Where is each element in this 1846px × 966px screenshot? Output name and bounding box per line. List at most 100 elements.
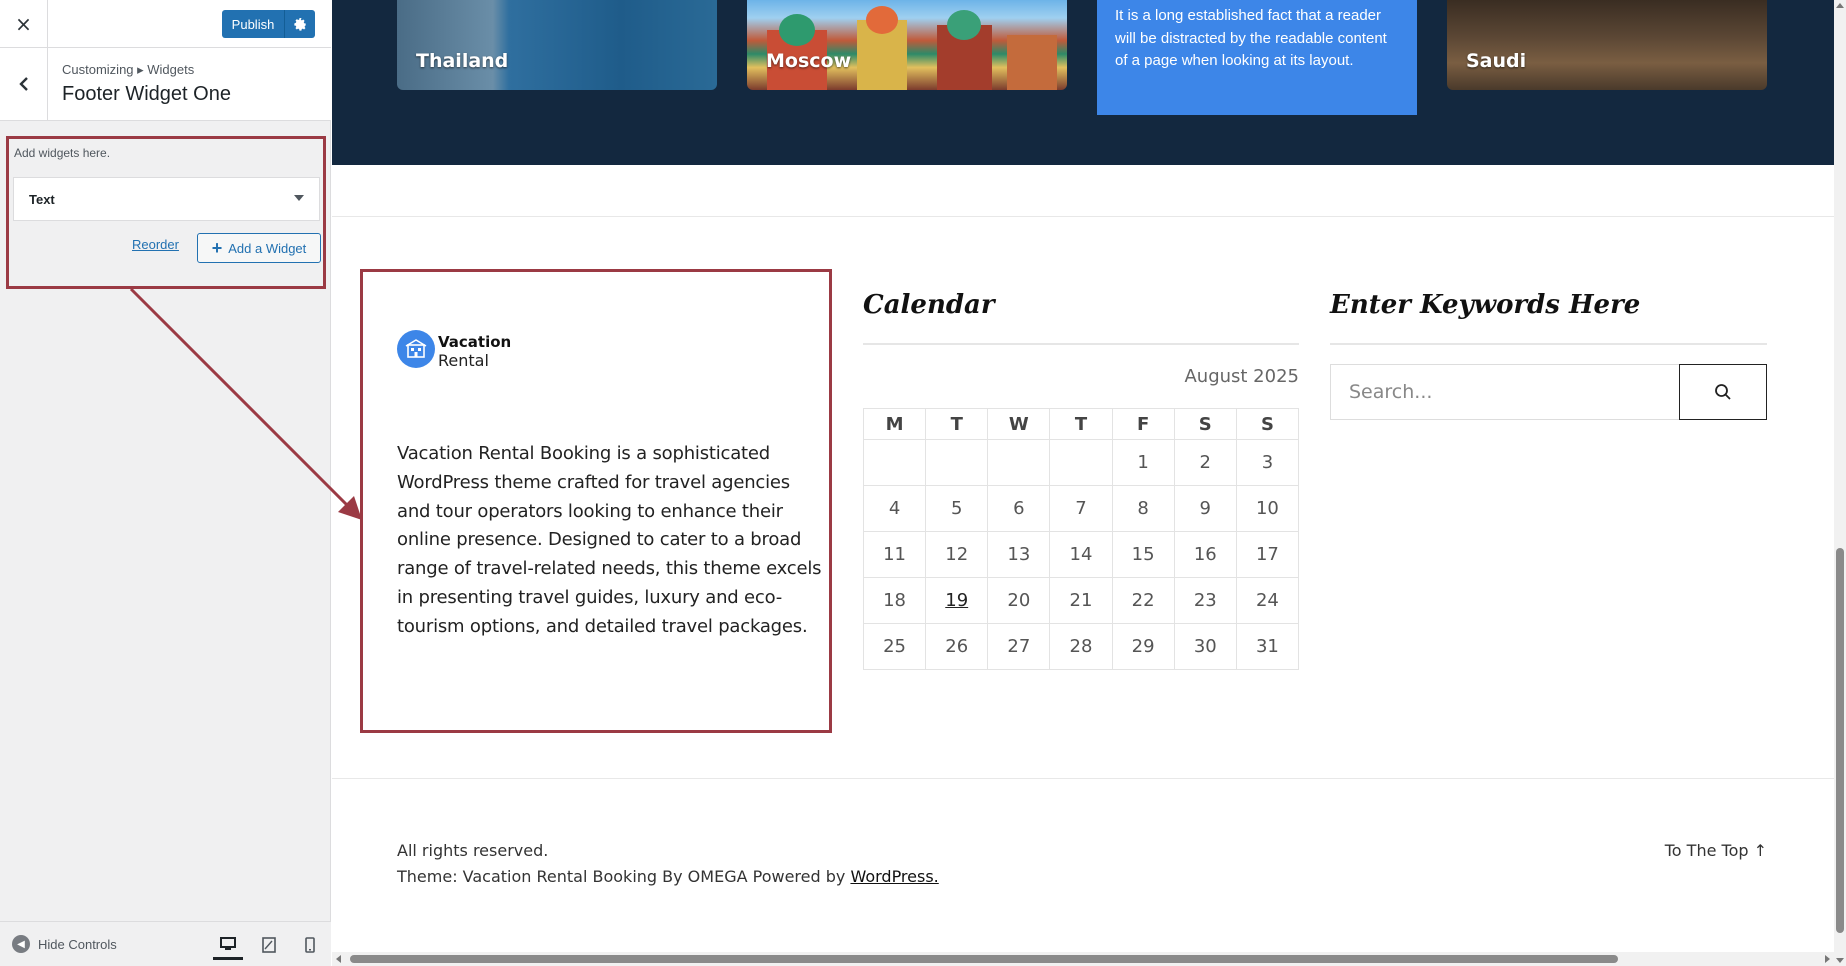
destination-card-thailand[interactable]: Thailand — [397, 0, 717, 90]
scroll-thumb[interactable] — [1836, 548, 1844, 933]
scroll-right-icon[interactable] — [1825, 955, 1830, 963]
scroll-down-icon[interactable] — [1836, 958, 1844, 963]
calendar-empty-cell — [862, 439, 927, 486]
widget-area-panel: Add widgets here. Text Reorder + Add a W… — [6, 136, 326, 289]
search-input[interactable]: Search... — [1330, 364, 1680, 420]
publish-group: Publish — [222, 10, 315, 38]
section-divider — [332, 216, 1834, 217]
calendar-day: 18 — [862, 577, 927, 624]
preview-desktop-button[interactable] — [213, 930, 243, 960]
calendar-empty-cell — [987, 439, 1051, 486]
calendar-day: 29 — [1111, 623, 1175, 670]
calendar-weekday: T — [925, 408, 989, 440]
breadcrumb: Customizing ▸ Widgets — [62, 62, 195, 77]
calendar-week-row: 4 5 6 7 8 9 10 — [862, 485, 1300, 532]
horizontal-scrollbar[interactable] — [332, 952, 1834, 966]
calendar-weekday: M — [862, 408, 927, 440]
add-widgets-hint: Add widgets here. — [14, 146, 111, 160]
calendar-day: 23 — [1173, 577, 1237, 624]
mobile-icon — [305, 937, 315, 953]
widget-item-text[interactable]: Text — [13, 177, 320, 221]
calendar-weekday: S — [1173, 408, 1237, 440]
calendar-day: 21 — [1049, 577, 1113, 624]
desktop-icon — [220, 936, 236, 950]
calendar-day: 28 — [1049, 623, 1113, 670]
calendar-day: 25 — [862, 623, 927, 670]
calendar-week-row: 18 19 20 21 22 23 24 — [862, 577, 1300, 624]
calendar-day: 27 — [987, 623, 1051, 670]
vertical-scrollbar[interactable] — [1834, 0, 1846, 966]
calendar-day: 4 — [862, 485, 927, 532]
search-button[interactable] — [1679, 364, 1767, 420]
site-subtitle: Rental — [438, 351, 489, 370]
publish-button[interactable]: Publish — [222, 10, 284, 38]
gear-icon — [293, 17, 306, 31]
calendar-caption: August 2025 — [1184, 366, 1299, 387]
destination-card-moscow[interactable]: Moscow — [747, 0, 1067, 90]
to-the-top-link[interactable]: To The Top ↑ — [1665, 841, 1767, 860]
preview-mobile-button[interactable] — [295, 930, 325, 960]
search-heading: Enter Keywords Here — [1330, 290, 1641, 320]
calendar-day: 17 — [1235, 531, 1300, 578]
calendar-day: 14 — [1049, 531, 1113, 578]
calendar-weekday: F — [1111, 408, 1175, 440]
search-icon — [1715, 384, 1731, 400]
add-widget-label: Add a Widget — [228, 240, 307, 256]
hide-controls-button[interactable]: ◀ Hide Controls — [12, 935, 117, 953]
calendar-day: 20 — [987, 577, 1051, 624]
scroll-up-icon[interactable] — [1836, 3, 1844, 8]
close-icon: × — [15, 12, 32, 36]
collapse-icon: ◀ — [12, 935, 30, 953]
scroll-thumb[interactable] — [350, 955, 1618, 963]
wordpress-link[interactable]: WordPress. — [850, 867, 938, 886]
calendar-weekday: S — [1235, 408, 1300, 440]
destination-card-saudi[interactable]: Saudi — [1447, 0, 1767, 90]
close-customizer-button[interactable]: × — [0, 0, 48, 48]
calendar-day: 6 — [987, 485, 1051, 532]
caret-down-icon[interactable] — [294, 195, 304, 201]
calendar-day: 22 — [1111, 577, 1175, 624]
destination-name: Moscow — [766, 50, 852, 72]
tablet-icon — [262, 937, 276, 953]
calendar-day: 5 — [925, 485, 989, 532]
calendar-day: 31 — [1235, 623, 1300, 670]
chevron-left-icon — [18, 77, 28, 91]
calendar-empty-cell — [1049, 439, 1113, 486]
preview-tablet-button[interactable] — [254, 930, 284, 960]
theme-credit: Theme: Vacation Rental Booking By OMEGA … — [397, 867, 939, 886]
site-logo[interactable] — [397, 330, 435, 368]
building-icon — [405, 339, 427, 358]
calendar-day: 30 — [1173, 623, 1237, 670]
heading-rule — [1330, 343, 1767, 345]
calendar-day: 7 — [1049, 485, 1113, 532]
destination-text-card: It is a long established fact that a rea… — [1097, 0, 1417, 115]
credit-text: Theme: Vacation Rental Booking By OMEGA … — [397, 867, 851, 886]
calendar-day: 3 — [1235, 439, 1300, 486]
calendar-day: 13 — [987, 531, 1051, 578]
hide-controls-label: Hide Controls — [38, 936, 117, 952]
calendar-week-row: 25 26 27 28 29 30 31 — [862, 623, 1300, 670]
site-title[interactable]: Vacation — [438, 333, 511, 351]
add-widget-button[interactable]: + Add a Widget — [197, 233, 321, 263]
calendar-weekday: T — [1049, 408, 1113, 440]
calendar-day: 15 — [1111, 531, 1175, 578]
reorder-link[interactable]: Reorder — [132, 237, 179, 252]
footer-text-widget: Vacation Rental Booking is a sophisticat… — [397, 443, 822, 637]
calendar-week-row: 11 12 13 14 15 16 17 — [862, 531, 1300, 578]
calendar-weekday: W — [987, 408, 1051, 440]
calendar-day: 8 — [1111, 485, 1175, 532]
calendar-day: 12 — [925, 531, 989, 578]
customizer-sidebar: × Publish Customizing ▸ Widgets Footer W… — [0, 0, 331, 966]
publish-settings-button[interactable] — [284, 10, 315, 38]
calendar-day: 16 — [1173, 531, 1237, 578]
plus-icon: + — [211, 238, 223, 258]
calendar-day[interactable]: 19 — [925, 577, 989, 624]
scroll-left-icon[interactable] — [336, 955, 341, 963]
customizer-header: × Publish — [0, 0, 331, 48]
calendar-day: 24 — [1235, 577, 1300, 624]
customizer-footer: ◀ Hide Controls — [0, 921, 331, 966]
calendar-day: 9 — [1173, 485, 1237, 532]
back-button[interactable] — [0, 48, 48, 120]
site-preview: Thailand Moscow It is a long established… — [332, 0, 1834, 966]
moscow-cathedral-image — [767, 6, 1057, 90]
